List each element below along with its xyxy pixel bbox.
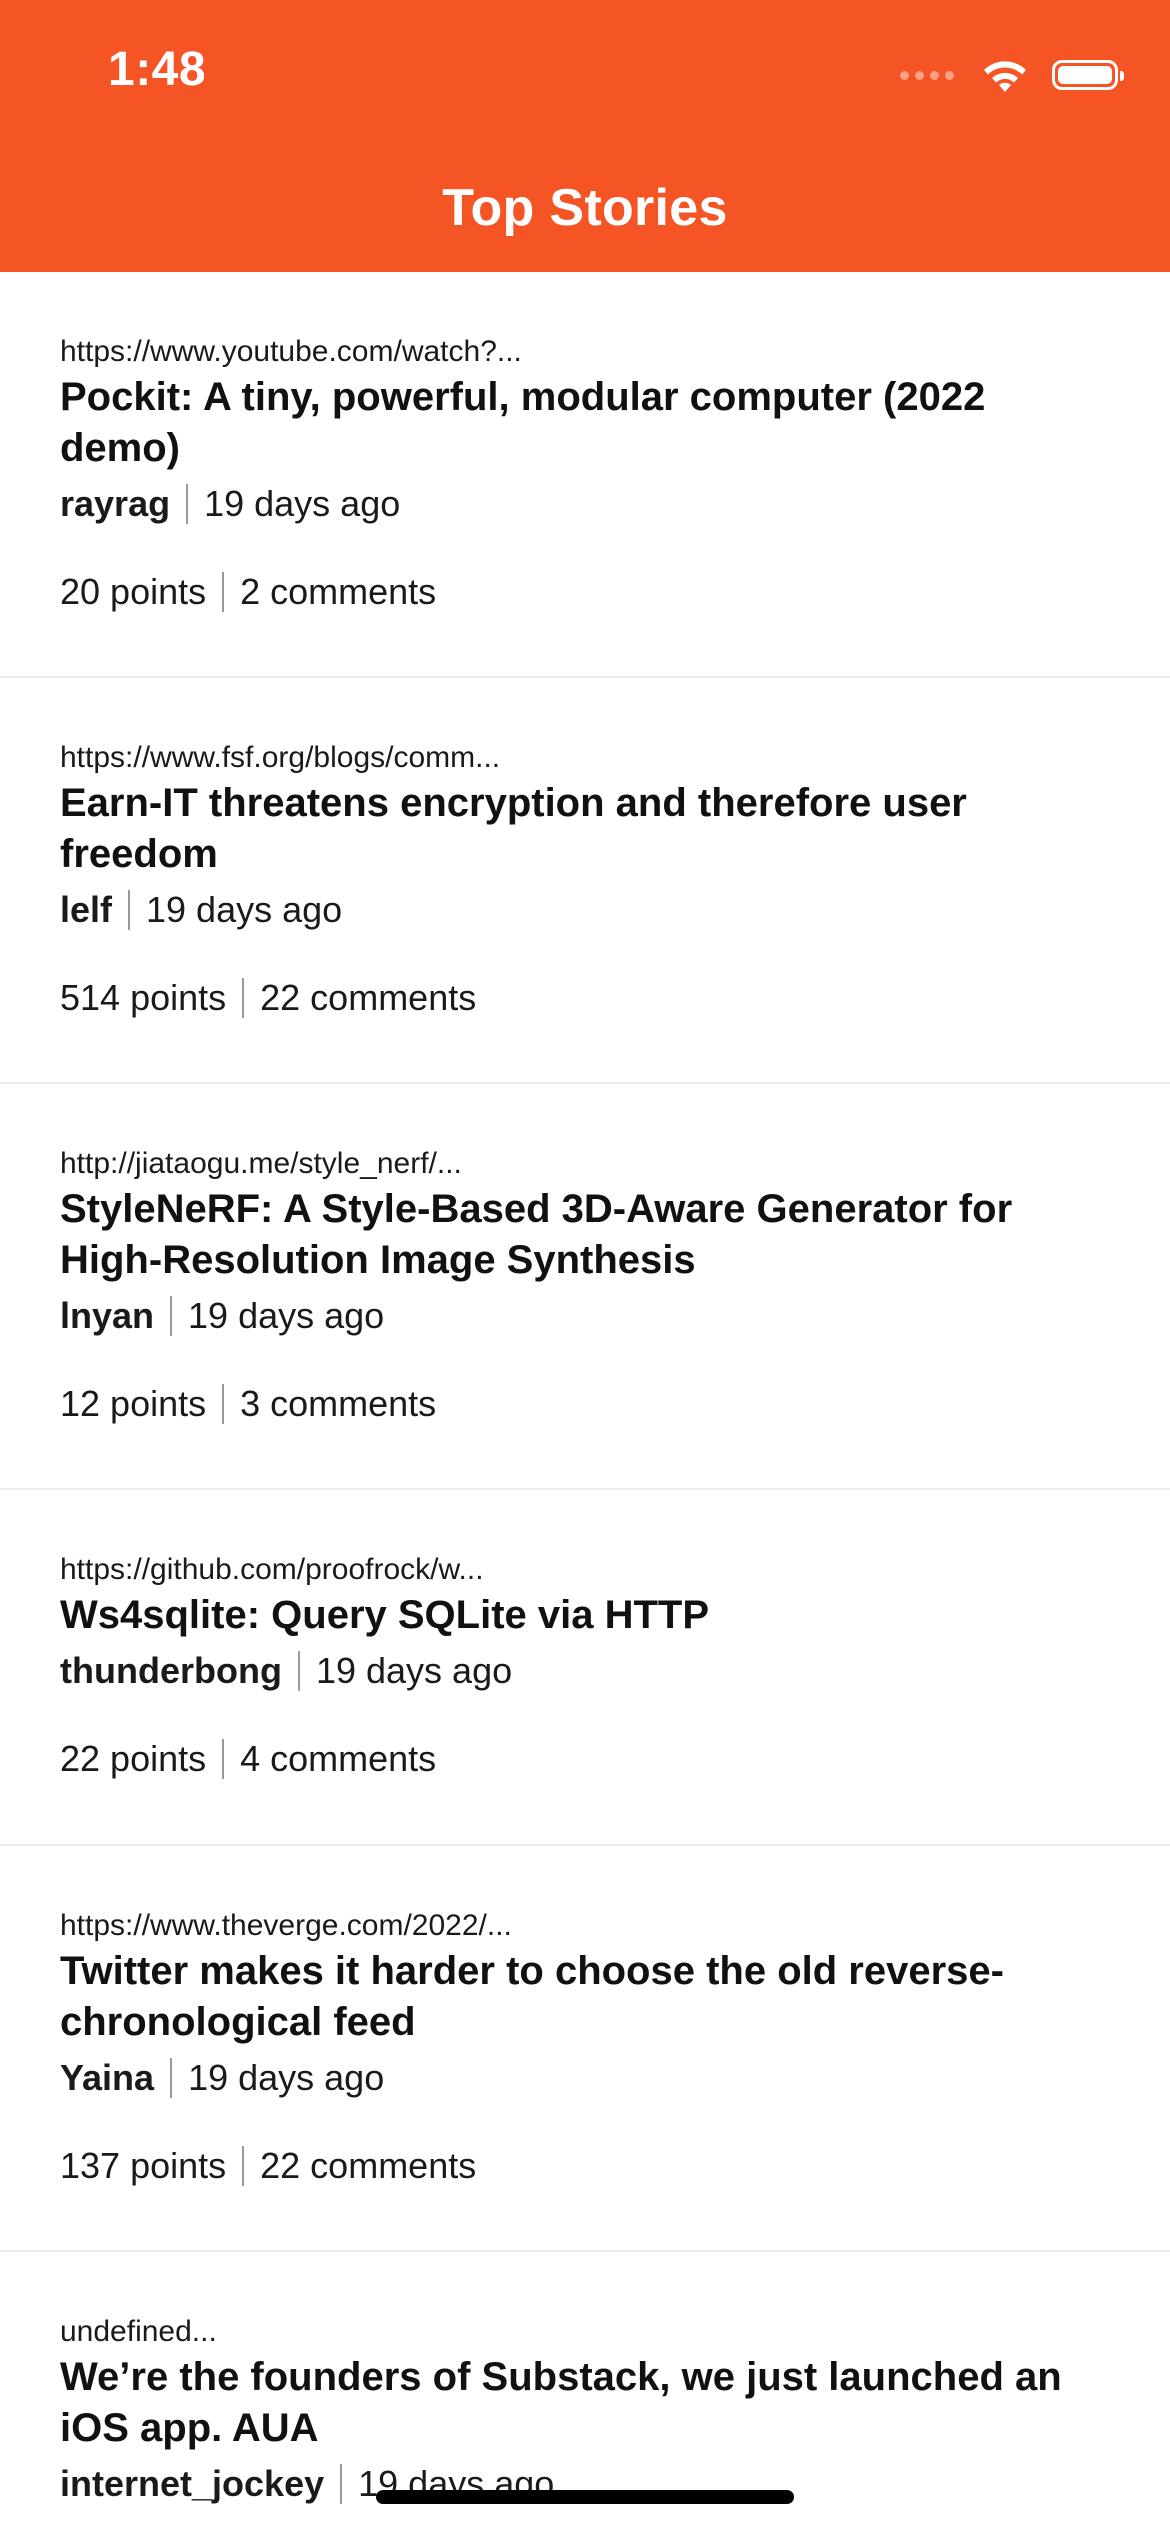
story-age: 19 days ago: [315, 1650, 513, 1691]
story-item[interactable]: https://www.fsf.org/blogs/comm... Earn-I…: [0, 678, 1170, 1084]
story-comments[interactable]: 22 comments: [260, 976, 476, 1020]
story-title[interactable]: Twitter makes it harder to choose the ol…: [60, 1946, 1110, 2048]
story-url[interactable]: undefined...: [60, 2312, 1110, 2352]
story-age: 19 days ago: [188, 1295, 385, 1336]
story-stats: 514 points 22 comments: [60, 976, 1110, 1020]
separator: [297, 1651, 300, 1691]
story-points: 137 points: [60, 2145, 227, 2186]
story-byline: rayrag 19 days ago: [60, 482, 1110, 526]
story-byline: lelf 19 days ago: [60, 888, 1110, 932]
story-comments[interactable]: 22 comments: [260, 2144, 476, 2188]
story-url[interactable]: https://www.theverge.com/2022/...: [60, 1906, 1110, 1946]
story-list[interactable]: https://www.youtube.com/watch?... Pockit…: [0, 272, 1170, 2542]
story-byline: lnyan 19 days ago: [60, 1294, 1110, 1338]
story-title[interactable]: We’re the founders of Substack, we just …: [60, 2352, 1110, 2454]
story-author[interactable]: internet_jockey: [60, 2462, 324, 2506]
story-item[interactable]: http://jiataogu.me/style_nerf/... StyleN…: [0, 1084, 1170, 1490]
home-indicator[interactable]: [376, 2490, 794, 2504]
story-url[interactable]: https://www.youtube.com/watch?...: [60, 332, 1110, 372]
story-points: 12 points: [60, 1383, 207, 1424]
separator: [242, 978, 245, 1018]
story-age: 19 days ago: [204, 483, 401, 524]
separator: [170, 1296, 173, 1336]
story-points: 514 points: [60, 977, 227, 1018]
story-item[interactable]: https://www.theverge.com/2022/... Twitte…: [0, 1846, 1170, 2252]
story-title[interactable]: StyleNeRF: A Style-Based 3D-Aware Genera…: [60, 1184, 1110, 1286]
separator: [340, 2464, 343, 2504]
separator: [222, 1739, 225, 1779]
story-title[interactable]: Earn-IT threatens encryption and therefo…: [60, 778, 1110, 880]
separator: [222, 572, 225, 612]
separator: [186, 484, 189, 524]
story-points: 22 points: [60, 1738, 207, 1779]
story-comments[interactable]: 4 comments: [240, 1737, 436, 1781]
story-url[interactable]: https://github.com/proofrock/w...: [60, 1550, 1110, 1590]
separator: [128, 890, 131, 930]
story-item[interactable]: https://www.youtube.com/watch?... Pockit…: [0, 272, 1170, 678]
status-indicators: [900, 52, 1124, 98]
wifi-icon: [984, 61, 1026, 92]
separator: [242, 2146, 245, 2186]
separator: [170, 2058, 173, 2098]
story-byline: thunderbong 19 days ago: [60, 1649, 1110, 1693]
story-item[interactable]: https://github.com/proofrock/w... Ws4sql…: [0, 1490, 1170, 1846]
story-author[interactable]: Yaina: [60, 2056, 154, 2100]
story-comments[interactable]: 2 comments: [240, 570, 436, 614]
story-age: 19 days ago: [188, 2057, 385, 2098]
story-stats: 22 points 4 comments: [60, 1737, 1110, 1781]
story-author[interactable]: rayrag: [60, 482, 170, 526]
story-comments[interactable]: 3 comments: [240, 1382, 436, 1426]
story-author[interactable]: thunderbong: [60, 1649, 282, 1693]
story-stats: 20 points 2 comments: [60, 570, 1110, 614]
story-title[interactable]: Pockit: A tiny, powerful, modular comput…: [60, 372, 1110, 474]
story-stats: 137 points 22 comments: [60, 2144, 1110, 2188]
story-byline: Yaina 19 days ago: [60, 2056, 1110, 2100]
cellular-signal-icon: [900, 70, 954, 80]
story-points: 20 points: [60, 571, 207, 612]
page-title: Top Stories: [442, 179, 728, 237]
navigation-header: 1:48 Top Stories: [0, 0, 1170, 272]
status-time: 1:48: [108, 43, 207, 96]
separator: [222, 1384, 225, 1424]
story-author[interactable]: lelf: [60, 888, 112, 932]
story-url[interactable]: https://www.fsf.org/blogs/comm...: [60, 738, 1110, 778]
story-title[interactable]: Ws4sqlite: Query SQLite via HTTP: [60, 1590, 1110, 1641]
story-stats: 12 points 3 comments: [60, 1382, 1110, 1426]
story-url[interactable]: http://jiataogu.me/style_nerf/...: [60, 1144, 1110, 1184]
story-age: 19 days ago: [146, 889, 343, 930]
battery-icon: [1052, 60, 1124, 90]
story-author[interactable]: lnyan: [60, 1294, 154, 1338]
